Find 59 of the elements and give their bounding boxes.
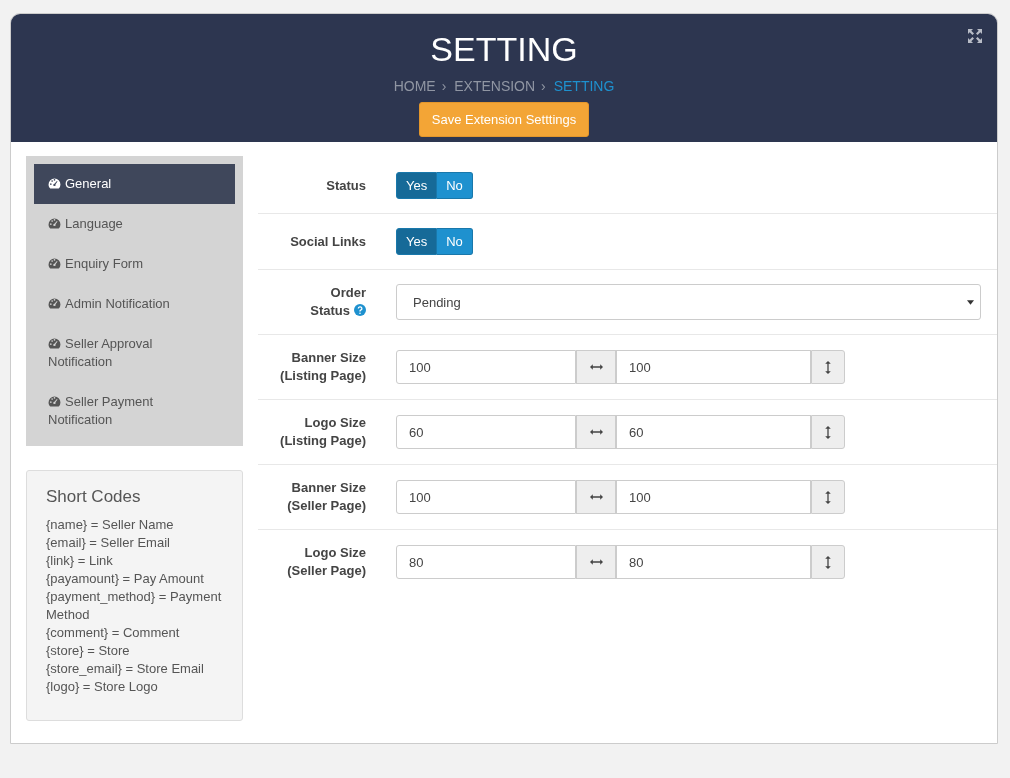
field-label: Logo Size (Listing Page) — [279, 414, 366, 450]
sidebar-item[interactable]: General — [34, 164, 235, 204]
height-input[interactable]: 100 — [616, 350, 811, 384]
dashboard-icon — [48, 338, 61, 349]
short-code-text: {logo} = Store Logo — [46, 678, 159, 696]
breadcrumb-link[interactable]: EXTENSION — [454, 78, 536, 94]
sidebar-item[interactable]: Enquiry Form — [34, 244, 235, 284]
sidebar-item[interactable]: Seller Payment Notification — [34, 382, 235, 440]
short-code-text: {store} = Store — [46, 642, 131, 660]
vertical-arrows-icon — [825, 555, 831, 569]
toggle-option[interactable]: Yes — [396, 172, 438, 199]
help-icon[interactable] — [354, 304, 366, 316]
dashboard-icon — [48, 218, 61, 229]
page-title: SETTING — [430, 32, 578, 66]
width-input[interactable]: 60 — [396, 415, 576, 449]
sidebar-item[interactable]: Admin Notification — [34, 284, 235, 324]
breadcrumb-separator: › — [441, 78, 447, 94]
short-code-text: {payment_method} = Payment Method — [46, 588, 223, 624]
toggle-option[interactable]: No — [437, 172, 473, 199]
vertical-arrows-icon — [825, 425, 831, 439]
horizontal-arrows-icon — [589, 429, 603, 435]
dashboard-icon — [48, 298, 61, 309]
vertical-arrows-icon — [825, 360, 831, 374]
sidebar-item[interactable]: Seller Approval Notification — [34, 324, 235, 382]
toggle-option[interactable]: No — [437, 228, 473, 255]
select-field[interactable]: Pending — [396, 284, 981, 320]
short-code-text: {link} = Link — [46, 552, 114, 570]
field-label: Order Status — [309, 284, 366, 320]
toggle-option[interactable]: Yes — [396, 228, 438, 255]
dashboard-icon — [48, 178, 61, 189]
horizontal-arrows-icon — [589, 364, 603, 370]
height-input[interactable]: 60 — [616, 415, 811, 449]
expand-icon[interactable] — [967, 28, 983, 44]
short-code-text: {store_email} = Store Email — [46, 660, 205, 678]
short-code-text: {comment} = Comment — [46, 624, 181, 642]
short-code-text: {name} = Seller Name — [46, 516, 175, 534]
breadcrumb-link[interactable]: SETTING — [553, 78, 615, 94]
horizontal-arrows-icon — [589, 494, 603, 500]
dropdown-caret-icon — [967, 299, 974, 305]
height-input[interactable]: 80 — [616, 545, 811, 579]
width-input[interactable]: 100 — [396, 480, 576, 514]
field-label: Banner Size (Listing Page) — [279, 349, 366, 385]
breadcrumb-link[interactable]: HOME — [393, 78, 436, 94]
field-label: Status — [325, 176, 366, 195]
horizontal-arrows-icon — [589, 559, 603, 565]
field-label: Social Links — [289, 232, 366, 251]
width-input[interactable]: 80 — [396, 545, 576, 579]
dashboard-icon — [48, 258, 61, 269]
dashboard-icon — [48, 396, 61, 407]
width-input[interactable]: 100 — [396, 350, 576, 384]
height-input[interactable]: 100 — [616, 480, 811, 514]
field-label: Logo Size (Seller Page) — [286, 544, 366, 580]
field-label: Banner Size (Seller Page) — [286, 479, 366, 515]
sidebar-item[interactable]: Language — [34, 204, 235, 244]
vertical-arrows-icon — [825, 490, 831, 504]
breadcrumb-separator: › — [541, 78, 546, 94]
short-code-text: {payamount} = Pay Amount — [46, 570, 205, 588]
short-code-text: {email} = Seller Email — [46, 534, 171, 552]
short-codes-title: Short Codes — [46, 487, 142, 507]
